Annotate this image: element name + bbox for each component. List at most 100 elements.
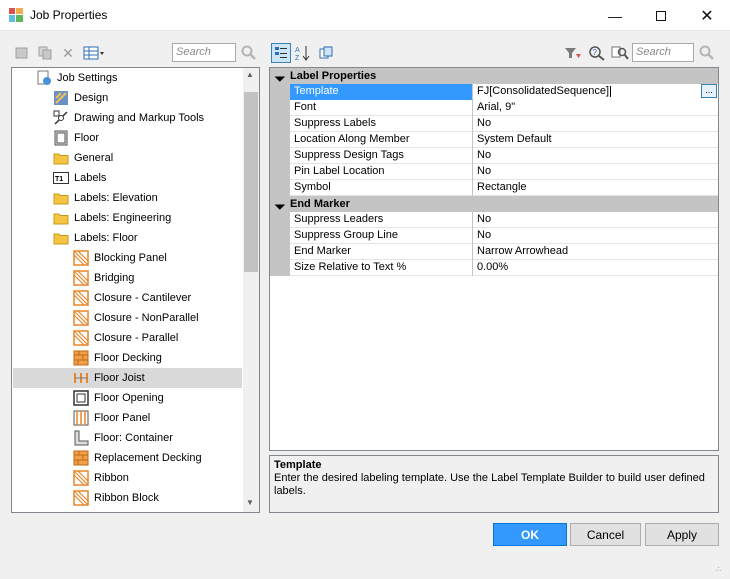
tree-search-input[interactable]: Search <box>172 43 236 62</box>
closure-icon <box>73 290 89 306</box>
cancel-button[interactable]: Cancel <box>570 523 641 546</box>
ellipsis-button[interactable]: ... <box>701 84 717 98</box>
view-options-icon[interactable] <box>82 45 106 61</box>
tree-item-label: Ribbon <box>94 472 129 484</box>
property-name: Symbol <box>290 180 473 196</box>
tree-item-floor-decking[interactable]: Floor Decking <box>73 348 162 368</box>
delete-icon[interactable]: ✕ <box>60 45 76 61</box>
help-search-icon[interactable]: ? <box>587 45 607 61</box>
row-gutter <box>270 228 290 244</box>
filter-icon[interactable] <box>563 45 583 61</box>
close-button[interactable]: ✕ <box>684 0 730 31</box>
tree-item-floor-opening[interactable]: Floor Opening <box>73 388 164 408</box>
tree-item-closure-cantilever[interactable]: Closure - Cantilever <box>73 288 191 308</box>
job-properties-icon <box>9 8 23 22</box>
category-row[interactable]: ◢ Label Properties <box>270 68 718 84</box>
search-icon[interactable] <box>698 44 714 60</box>
category-row[interactable]: ◢ End Marker <box>270 196 718 212</box>
folder-icon <box>53 150 69 166</box>
categorized-icon[interactable] <box>271 43 291 63</box>
property-row[interactable]: Symbol Rectangle <box>270 180 718 196</box>
row-gutter <box>270 244 290 260</box>
find-icon[interactable] <box>610 45 630 61</box>
scroll-down-icon[interactable]: ▼ <box>246 498 254 507</box>
tree-item-labels-elevation[interactable]: Labels: Elevation <box>53 188 158 208</box>
ribbon-block-icon <box>73 490 89 506</box>
tree-item-closure-parallel[interactable]: Closure - Parallel <box>73 328 178 348</box>
minimize-icon: — <box>608 7 622 24</box>
decking-icon <box>73 350 89 366</box>
settings-tree[interactable]: Job Settings Design Drawing and Markup Too… <box>11 67 260 513</box>
tree-item-general[interactable]: General <box>53 148 113 168</box>
property-value-text[interactable]: FJ[ConsolidatedSequence] <box>477 85 609 97</box>
tree-item-floor-panel[interactable]: Floor Panel <box>73 408 150 428</box>
property-value[interactable]: Rectangle <box>474 180 718 196</box>
property-row[interactable]: Size Relative to Text % 0.00% <box>270 260 718 276</box>
property-name: Font <box>290 100 473 116</box>
property-value[interactable]: No <box>474 116 718 132</box>
tree-item-drawing-and-markup-tools[interactable]: Drawing and Markup Tools <box>53 108 204 128</box>
row-gutter <box>270 148 290 164</box>
tree-item-floor-joist[interactable]: Floor Joist <box>13 368 242 388</box>
tree-item-labels-engineering[interactable]: Labels: Engineering <box>53 208 171 228</box>
property-value[interactable]: Narrow Arrowhead <box>474 244 718 260</box>
tree-item-blocking-panel[interactable]: Blocking Panel <box>73 248 167 268</box>
property-value[interactable]: No <box>474 228 718 244</box>
property-value[interactable]: 0.00% <box>474 260 718 276</box>
property-value[interactable]: System Default <box>474 132 718 148</box>
property-name: Pin Label Location <box>290 164 473 180</box>
tree-item-closure-nonparallel[interactable]: Closure - NonParallel <box>73 308 199 328</box>
ok-button[interactable]: OK <box>493 523 567 546</box>
tree-item-floor-container[interactable]: Floor: Container <box>73 428 173 448</box>
property-pages-icon[interactable] <box>318 45 334 61</box>
row-gutter <box>270 212 290 228</box>
property-value[interactable]: No <box>474 212 718 228</box>
property-row[interactable]: Suppress Group Line No <box>270 228 718 244</box>
resize-grip-icon[interactable]: ∴ <box>716 566 721 574</box>
property-row[interactable]: Pin Label Location No <box>270 164 718 180</box>
tree-item-bridging[interactable]: Bridging <box>73 268 134 288</box>
new-icon[interactable] <box>14 45 30 61</box>
tree-item-label: Closure - Cantilever <box>94 292 192 304</box>
copy-icon[interactable] <box>37 45 53 61</box>
property-search-input[interactable]: Search <box>632 43 694 62</box>
tree-item-label: Floor Decking <box>94 352 162 364</box>
property-row[interactable]: Suppress Leaders No <box>270 212 718 228</box>
floor-icon <box>53 130 69 146</box>
tree-item-label: Bridging <box>94 272 135 284</box>
property-row[interactable]: Suppress Labels No <box>270 116 718 132</box>
window-title: Job Properties <box>30 8 108 22</box>
apply-button[interactable]: Apply <box>645 523 719 546</box>
search-icon[interactable] <box>240 44 256 60</box>
property-value[interactable]: No <box>474 164 718 180</box>
tree-item-floor[interactable]: Floor <box>53 128 99 148</box>
closure-icon <box>73 310 89 326</box>
scrollbar-thumb[interactable] <box>244 92 258 272</box>
tree-item-label: Floor: Container <box>94 432 173 444</box>
property-value[interactable]: No <box>474 148 718 164</box>
property-value-text: No <box>477 149 492 161</box>
minimize-button[interactable]: — <box>592 0 638 31</box>
property-name: Size Relative to Text % <box>290 260 473 276</box>
tree-item-job-settings[interactable]: Job Settings <box>36 68 118 88</box>
property-value[interactable]: Arial, 9" <box>474 100 718 116</box>
tree-item-ribbon[interactable]: Ribbon <box>73 468 129 488</box>
property-row[interactable]: Suppress Design Tags No <box>270 148 718 164</box>
tree-item-design[interactable]: Design <box>53 88 108 108</box>
maximize-button[interactable] <box>638 0 684 31</box>
property-row[interactable]: Location Along Member System Default <box>270 132 718 148</box>
tree-item-labels-floor[interactable]: Labels: Floor <box>53 228 138 248</box>
property-row[interactable]: Font Arial, 9" <box>270 100 718 116</box>
property-row[interactable]: End Marker Narrow Arrowhead <box>270 244 718 260</box>
tree-item-label: Labels: Floor <box>74 232 138 244</box>
tree-item-replacement-decking[interactable]: Replacement Decking <box>73 448 202 468</box>
tree-item-labels[interactable]: T1 Labels <box>53 168 106 188</box>
opening-icon <box>73 390 89 406</box>
property-value[interactable]: FJ[ConsolidatedSequence]... <box>474 84 718 100</box>
category-label: End Marker <box>290 198 350 210</box>
property-row[interactable]: Template FJ[ConsolidatedSequence]... <box>270 84 718 100</box>
scroll-up-icon[interactable]: ▲ <box>246 70 254 79</box>
tree-item-label: Drawing and Markup Tools <box>74 112 205 124</box>
sort-alpha-icon[interactable]: AZ <box>295 45 311 61</box>
tree-item-ribbon-block[interactable]: Ribbon Block <box>73 488 159 508</box>
